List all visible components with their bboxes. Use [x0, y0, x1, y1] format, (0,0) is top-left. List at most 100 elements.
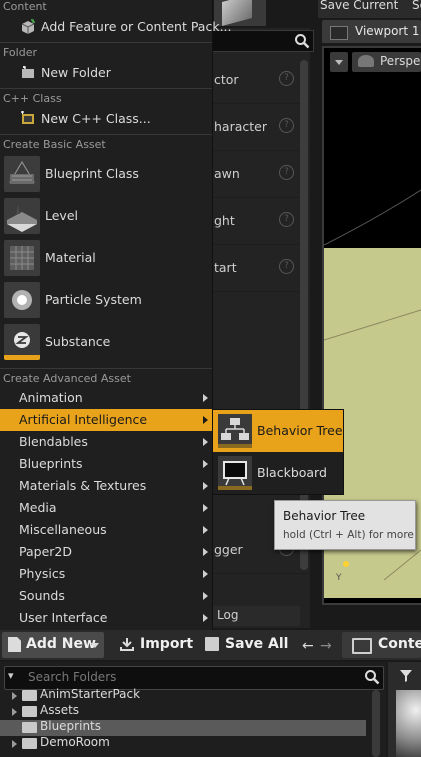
folder-icon — [352, 638, 372, 654]
advanced-asset-label: Sounds — [19, 588, 65, 603]
level-icon — [4, 198, 40, 234]
section-header-cpp-class: C++ Class — [3, 92, 62, 105]
import-button[interactable]: Import — [140, 636, 193, 652]
folder-tree-item[interactable]: Assets — [0, 703, 366, 720]
folder-icon — [22, 738, 37, 749]
advanced-asset-blendables[interactable]: Blendables — [0, 431, 212, 453]
viewport-options-button[interactable] — [330, 52, 348, 72]
viewport-icon — [330, 26, 348, 40]
search-icon[interactable] — [294, 33, 310, 49]
log-tab[interactable]: Log — [212, 606, 300, 626]
new-folder-menu-item[interactable]: New Folder — [0, 62, 212, 84]
help-icon[interactable]: ? — [279, 259, 294, 274]
folder-icon — [22, 722, 37, 733]
save-all-icon[interactable] — [205, 637, 219, 651]
advanced-asset-label: Blueprints — [19, 456, 83, 471]
menu-divider — [0, 368, 212, 369]
new-cpp-class-menu-item[interactable]: New C++ Class... — [0, 108, 212, 130]
menu-divider — [0, 134, 212, 135]
behavior-tree-icon — [218, 414, 252, 448]
help-icon[interactable]: ? — [279, 71, 294, 86]
submenu-label: Blackboard — [257, 465, 327, 480]
advanced-asset-user-interface[interactable]: User Interface — [0, 607, 212, 629]
advanced-asset-miscellaneous[interactable]: Miscellaneous — [0, 519, 212, 541]
search-icon[interactable] — [364, 669, 380, 685]
advanced-asset-label: Blendables — [19, 434, 88, 449]
tooltip-title: Behavior Tree — [283, 509, 366, 523]
svg-text:Y: Y — [335, 573, 342, 583]
folder-label: AnimStarterPack — [40, 687, 141, 701]
advanced-asset-artificial-intelligence[interactable]: Artificial Intelligence — [0, 409, 212, 431]
menu-divider — [0, 88, 212, 89]
folder-tree-item[interactable]: AnimStarterPack — [0, 687, 366, 704]
folder-tree-item[interactable]: Blueprints — [0, 719, 366, 736]
advanced-asset-label: User Interface — [19, 610, 108, 625]
basic-asset-blueprint-class[interactable]: Blueprint Class — [0, 154, 212, 196]
toolbar-cut-button[interactable]: Se — [412, 0, 421, 12]
submenu-blackboard[interactable]: Blackboard — [213, 452, 343, 494]
perspective-label: Perspec — [380, 54, 421, 68]
advanced-asset-blueprints[interactable]: Blueprints — [0, 453, 212, 475]
advanced-asset-paper2d[interactable]: Paper2D — [0, 541, 212, 563]
basic-asset-particle-system[interactable]: Particle System — [0, 280, 212, 322]
asset-list-row[interactable]: tart? — [212, 244, 310, 292]
advanced-asset-sounds[interactable]: Sounds — [0, 585, 212, 607]
help-icon[interactable]: ? — [279, 118, 294, 133]
expand-arrow-icon[interactable] — [12, 740, 17, 748]
advanced-asset-physics[interactable]: Physics — [0, 563, 212, 585]
chevron-right-icon — [203, 460, 208, 468]
chevron-right-icon — [203, 592, 208, 600]
advanced-asset-media[interactable]: Media — [0, 497, 212, 519]
forward-arrow-icon[interactable]: → — [320, 638, 332, 654]
folder-search-input[interactable] — [28, 669, 358, 685]
back-arrow-icon[interactable]: ← — [302, 638, 314, 654]
help-icon[interactable]: ? — [279, 212, 294, 227]
advanced-asset-label: Miscellaneous — [19, 522, 107, 537]
submenu-label: Behavior Tree — [257, 423, 343, 438]
add-feature-label: Add Feature or Content Pack... — [41, 19, 232, 34]
menu-divider — [0, 42, 212, 43]
section-header-advanced-asset: Create Advanced Asset — [3, 372, 131, 385]
folder-label: Blueprints — [40, 719, 102, 733]
basic-asset-label: Blueprint Class — [45, 166, 139, 181]
asset-list-label: ctor — [214, 72, 239, 87]
folder-tree-item[interactable]: DemoRoom — [0, 735, 366, 752]
asset-list-row[interactable]: haracter? — [212, 103, 310, 151]
basic-asset-level[interactable]: Level — [0, 196, 212, 238]
perspective-icon — [358, 55, 374, 67]
section-header-basic-asset: Create Basic Asset — [3, 138, 106, 151]
folder-label: Assets — [40, 703, 80, 717]
advanced-asset-label: Media — [19, 500, 57, 515]
basic-asset-label: Material — [45, 250, 96, 265]
expand-arrow-icon[interactable] — [12, 692, 17, 700]
asset-thumbnail[interactable] — [396, 690, 421, 757]
ai-submenu: Behavior Tree Blackboard — [212, 409, 344, 495]
path-options-icon[interactable]: ▾ — [8, 670, 20, 682]
submenu-behavior-tree[interactable]: Behavior Tree — [213, 410, 343, 452]
basic-asset-substance[interactable]: Substance — [0, 322, 212, 364]
save-all-button[interactable]: Save All — [225, 636, 288, 652]
particle-system-icon — [4, 282, 40, 318]
asset-list-label: tart — [214, 260, 237, 275]
add-feature-menu-item[interactable]: Add Feature or Content Pack... — [0, 16, 232, 38]
new-folder-icon — [22, 66, 34, 78]
advanced-asset-materials-textures[interactable]: Materials & Textures — [0, 475, 212, 497]
help-icon[interactable]: ? — [279, 165, 294, 180]
asset-list-row[interactable]: ctor? — [212, 56, 310, 104]
chevron-down-icon — [335, 60, 343, 65]
section-header-content: Content — [3, 0, 47, 13]
advanced-asset-animation[interactable]: Animation — [0, 387, 212, 409]
expand-arrow-icon[interactable] — [12, 708, 17, 716]
asset-list-row[interactable]: awn? — [212, 150, 310, 198]
basic-asset-label: Particle System — [45, 292, 142, 307]
asset-list-row[interactable]: ght? — [212, 197, 310, 245]
save-current-button[interactable]: Save Current — [320, 0, 398, 12]
filter-icon[interactable] — [400, 670, 412, 682]
import-icon[interactable] — [120, 637, 134, 651]
chevron-right-icon — [203, 504, 208, 512]
basic-asset-material[interactable]: Material — [0, 238, 212, 280]
chevron-right-icon — [203, 526, 208, 534]
folder-tree-scrollbar[interactable] — [372, 690, 380, 757]
viewport-tab-label: Viewport 1 — [355, 24, 420, 38]
tooltip: Behavior Tree hold (Ctrl + Alt) for more — [274, 500, 416, 550]
